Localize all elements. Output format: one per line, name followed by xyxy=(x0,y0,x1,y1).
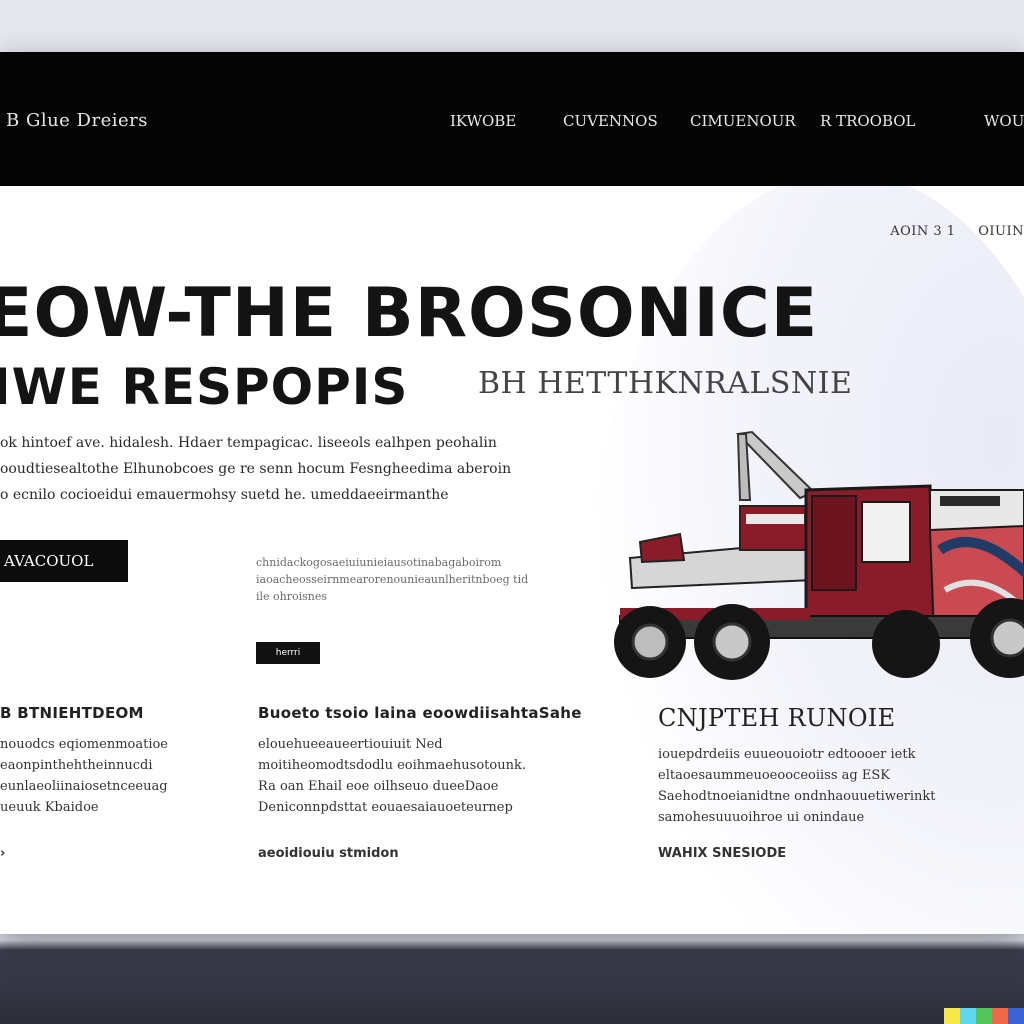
main-nav: IKWOBE CUVENNOS CIMUENOUR R TROOBOL WOU xyxy=(0,112,1024,132)
cta-button[interactable]: AVACOUOL xyxy=(0,540,128,582)
feature-line: Saehodtnoeianidtne ondnhaouuetiwerinkt xyxy=(658,789,936,804)
hero-title: EOW-THE BROSONICE xyxy=(0,274,819,353)
breadcrumb-item-2[interactable]: OIUIN xyxy=(978,224,1024,239)
breadcrumb: AOIN 3 1 OIUIN xyxy=(872,224,1024,239)
browser-window: B Glue Dreiers IKWOBE CUVENNOS CIMUENOUR… xyxy=(0,52,1024,934)
intro-line: o ecnilo cocioeidui emauermohsy suetd he… xyxy=(0,487,449,503)
feature-line: elouehueeaueertiouiuit Ned xyxy=(258,737,443,752)
nav-item-4[interactable]: R TROOBOL xyxy=(820,112,916,130)
mid-text-line: chnidackogosaeiuiunieiausotinabagaboirom xyxy=(256,556,502,569)
feature-column-3: CNJPTEH RUNOIE iouepdrdeiis euueouoiotr … xyxy=(658,704,958,861)
feature-column-2: Buoeto tsoio laina eoowdiisahtaSahe elou… xyxy=(258,704,582,861)
strip-swatch xyxy=(960,1008,976,1024)
nav-item-2[interactable]: CUVENNOS xyxy=(563,112,658,130)
feature-title: CNJPTEH RUNOIE xyxy=(658,704,896,732)
feature-line: eltaoesaummeuoeooceoiiss ag ESK xyxy=(658,768,890,783)
hero-intro: ok hintoef ave. hidalesh. Hdaer tempagic… xyxy=(0,430,640,508)
feature-column-1: B BTNIEHTDEOM nouodcs eqiomenmoatioe eao… xyxy=(0,704,200,861)
feature-link[interactable]: aeoidiouiu stmidon xyxy=(258,846,399,861)
feature-line: samohesuuuoihroe ui onindaue xyxy=(658,810,865,825)
color-strip xyxy=(944,1008,1024,1024)
feature-link[interactable]: › xyxy=(0,846,5,861)
breadcrumb-item-1[interactable]: AOIN 3 1 xyxy=(890,224,955,239)
feature-title: B BTNIEHTDEOM xyxy=(0,704,144,722)
feature-line: eunlaeoliinaiosetnceeuag xyxy=(0,779,168,794)
nav-item-5[interactable]: WOU xyxy=(984,112,1024,130)
intro-line: ok hintoef ave. hidalesh. Hdaer tempagic… xyxy=(0,435,497,451)
feature-line: eaonpinthehtheinnucdi xyxy=(0,758,153,773)
strip-swatch xyxy=(944,1008,960,1024)
hero-mid-text: chnidackogosaeiuiunieiausotinabagaboirom… xyxy=(256,554,566,605)
intro-line: ooudtiesealtothe Elhunobcoes ge re senn … xyxy=(0,461,512,477)
feature-line: ueuuk Kbaidoe xyxy=(0,800,99,815)
feature-line: nouodcs eqiomenmoatioe xyxy=(0,737,169,752)
feature-title: Buoeto tsoio laina eoowdiisahtaSahe xyxy=(258,704,582,722)
small-action-button[interactable]: herrri xyxy=(256,642,320,664)
feature-line: moitiheomodtsdodlu eoihmaehusotounk. xyxy=(258,758,526,773)
mid-text-line: iaoacheosseirnmearorenounieaunlheritnboe… xyxy=(256,573,529,586)
hero-subtitle: IWE RESPOPIS xyxy=(0,358,409,416)
nav-item-3[interactable]: CIMUENOUR xyxy=(690,112,796,130)
feature-line: Ra oan Ehail eoe oilhseuo dueeDaoe xyxy=(258,779,499,794)
feature-link[interactable]: WAHIX SNESIODE xyxy=(658,846,786,861)
nav-item-1[interactable]: IKWOBE xyxy=(450,112,516,130)
strip-swatch xyxy=(976,1008,992,1024)
hero-subtitle-suffix: BH HETTHKNRALSNIE xyxy=(478,366,853,401)
mid-text-line: ile ohroisnes xyxy=(256,590,328,603)
strip-swatch xyxy=(1008,1008,1024,1024)
strip-swatch xyxy=(992,1008,1008,1024)
feature-line: Deniconnpdsttat eouaesaiauoeteurnep xyxy=(258,800,513,815)
tow-truck-image xyxy=(614,430,1024,680)
feature-line: iouepdrdeiis euueouoiotr edtoooer ietk xyxy=(658,747,916,762)
top-nav-bar: B Glue Dreiers IKWOBE CUVENNOS CIMUENOUR… xyxy=(0,52,1024,186)
